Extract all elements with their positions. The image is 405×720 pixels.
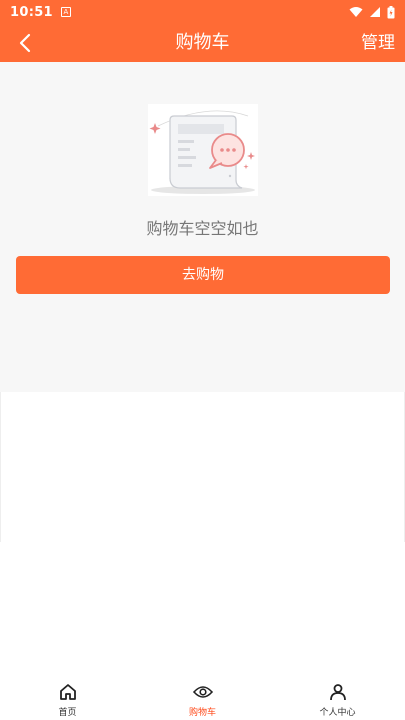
status-indicators (349, 5, 395, 19)
tab-cart-label: 购物车 (188, 708, 216, 718)
tab-home[interactable]: 首页 (0, 675, 135, 720)
app-notification-icon: A (60, 7, 71, 17)
battery-icon (387, 5, 395, 18)
page-title: 购物车 (175, 32, 230, 53)
manage-button[interactable]: 管理 (361, 24, 395, 62)
status-bar: 10:51 A (0, 0, 405, 24)
empty-cart-message: 购物车空空如也 (146, 219, 259, 238)
wifi-icon (349, 7, 363, 17)
home-icon (58, 682, 78, 702)
signal-icon (370, 7, 380, 17)
tab-home-label: 首页 (58, 708, 77, 718)
tab-cart[interactable]: 购物车 (135, 675, 270, 720)
tab-profile-label: 个人中心 (319, 708, 356, 718)
go-shopping-button[interactable]: 去购物 (16, 256, 390, 294)
status-time: 10:51 (10, 4, 53, 20)
nav-bar: 购物车 管理 (0, 24, 405, 62)
person-icon (328, 682, 348, 702)
eye-icon (192, 682, 213, 702)
empty-cart-panel: 购物车空空如也 去购物 (0, 62, 405, 392)
empty-cart-illustration (148, 104, 258, 196)
tab-profile[interactable]: 个人中心 (270, 675, 405, 720)
bottom-tab-bar: 首页 购物车 个人中心 (0, 675, 405, 720)
left-divider (0, 392, 1, 542)
